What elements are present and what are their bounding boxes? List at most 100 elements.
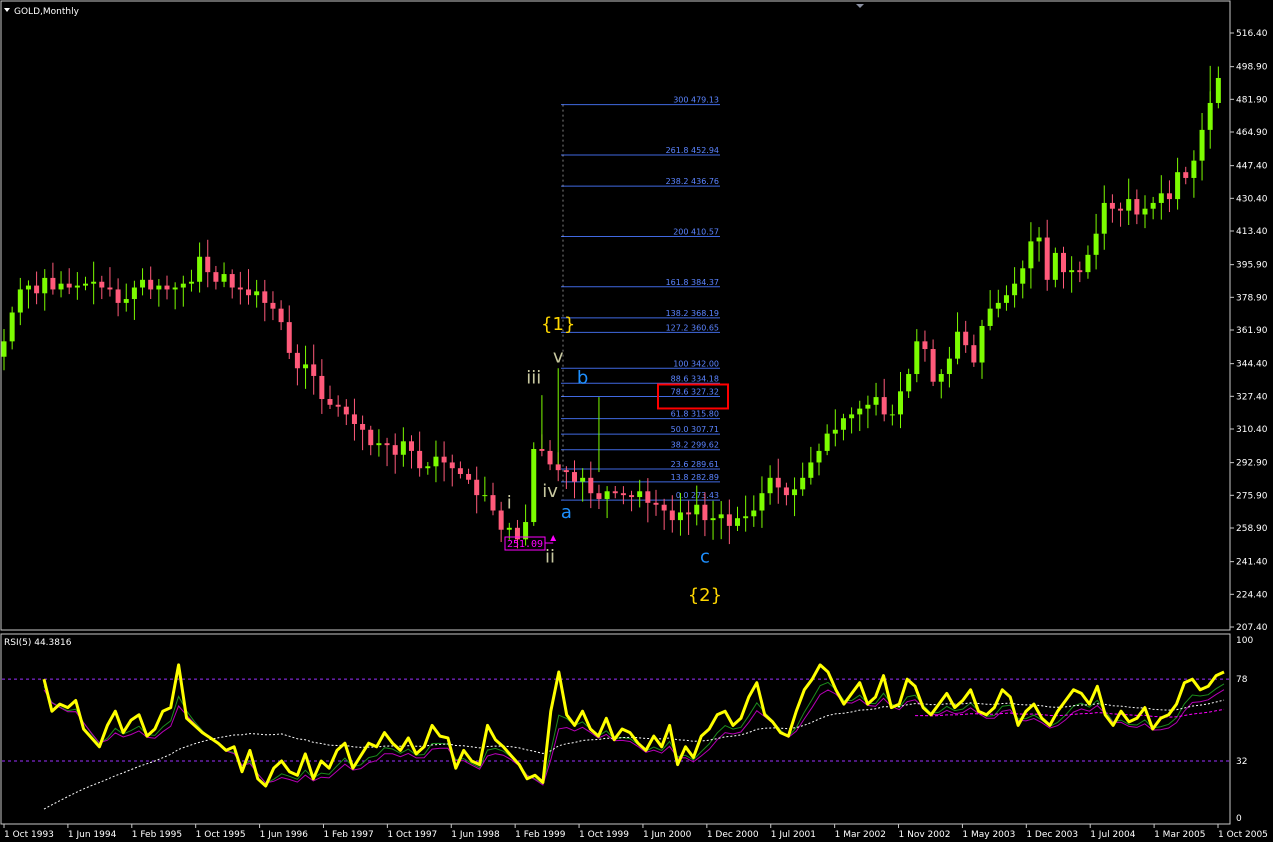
price-tick-label: 241.40 [1236,558,1268,568]
rsi-tick-label: 78 [1236,675,1248,685]
candle-body [914,341,920,375]
price-tick-label: 310.40 [1236,425,1268,435]
candle-body [906,374,912,392]
candle-body [148,279,154,290]
time-tick-label: 1 Feb 1995 [132,830,182,840]
candle-body [482,495,488,497]
candle-body [767,477,773,494]
time-tick-label: 1 Mar 2002 [835,830,886,840]
candle-body [1166,193,1172,200]
candle-body [955,331,961,359]
candle-body [604,491,610,499]
fib-label: 50.0 307.71 [671,425,719,434]
fib-label: 261.8 452.94 [666,146,719,155]
candle-body [1150,202,1156,209]
fib-label: 238.2 436.76 [666,177,719,186]
candle-body [417,450,423,469]
candle-body [213,272,219,282]
candle-body [653,502,659,505]
candle-body [792,489,798,496]
candle-body [661,504,667,511]
candle-body [743,516,749,519]
candle-body [368,429,374,446]
candle-body [832,429,838,434]
candle-body [702,504,708,521]
candle-body [1134,199,1140,215]
candle-body [17,289,23,313]
candle-body [490,495,496,511]
fib-label: 13.8 282.89 [671,473,719,482]
candle-body [751,510,757,517]
candle-body [563,470,569,473]
price-tick-label: 275.90 [1236,491,1268,501]
candle-body [987,308,993,326]
candle-body [555,464,561,471]
wave-label: v [553,346,564,367]
candle-body [205,256,211,273]
candle-body [449,462,455,469]
time-tick-label: 1 Oct 1999 [579,830,629,840]
time-tick-label: 1 Oct 1993 [4,830,54,840]
price-tick-label: 498.90 [1236,63,1268,73]
candle-body [1118,208,1124,211]
time-tick-label: 1 Mar 2005 [1154,830,1205,840]
wave-label: b [577,368,588,389]
candle-body [319,375,325,400]
candle-body [74,285,80,288]
time-tick-label: 1 Jun 1994 [68,830,117,840]
wave-label: c [700,546,710,567]
candle-body [637,491,643,498]
candle-body [107,287,113,290]
candle-body [849,414,855,419]
candle-body [9,312,15,342]
candle-body [286,322,292,353]
candle-body [677,512,683,521]
candle-body [995,302,1001,309]
candle-body [50,277,56,290]
price-tick-label: 395.90 [1236,261,1268,271]
candle-body [164,285,170,290]
candle-body [1199,129,1205,161]
candle-body [229,274,235,288]
chart-title[interactable]: GOLD,Monthly [4,7,80,17]
time-tick-label: 1 Oct 1995 [196,830,246,840]
candle-body [596,493,602,499]
candle-body [351,414,357,425]
price-tick-label: 464.90 [1236,128,1268,138]
candle-body [409,441,414,451]
candle-body [1158,193,1164,203]
candle [531,442,537,526]
candle-body [514,527,520,540]
candle-body [1077,270,1083,273]
candle-body [775,477,781,488]
candle-body [400,441,406,455]
price-tick-label: 327.40 [1236,392,1268,402]
candle-body [506,527,512,530]
fib-label: 23.6 289.61 [671,460,719,469]
candle-body [669,510,675,521]
price-tick-label: 361.90 [1236,326,1268,336]
time-tick-label: 1 May 2003 [962,830,1015,840]
candle-body [1215,77,1221,103]
candle-body [91,281,97,284]
candle-body [254,291,260,296]
time-tick-label: 1 Dec 2003 [1026,830,1078,840]
candle-body [629,495,635,498]
candle-body [376,443,382,446]
rsi-indicator-label: RSI(5) 44.3816 [4,638,72,648]
wave-label: ii [545,546,555,567]
candle-body [327,399,333,405]
candle-body [197,256,203,282]
candle-body [303,364,309,369]
candle-body [1020,268,1026,284]
time-tick-label: 1 Dec 2000 [707,830,759,840]
candle-body [83,283,88,286]
candle-body [694,504,700,515]
price-tick-label: 224.40 [1236,590,1268,600]
time-tick-label: 1 Oct 2005 [1218,830,1268,840]
price-tick-label: 430.40 [1236,194,1268,204]
wave-label: {1} [541,314,575,335]
candle-body [441,456,447,463]
wave-label: iv [542,481,558,502]
candle-body [759,493,765,511]
